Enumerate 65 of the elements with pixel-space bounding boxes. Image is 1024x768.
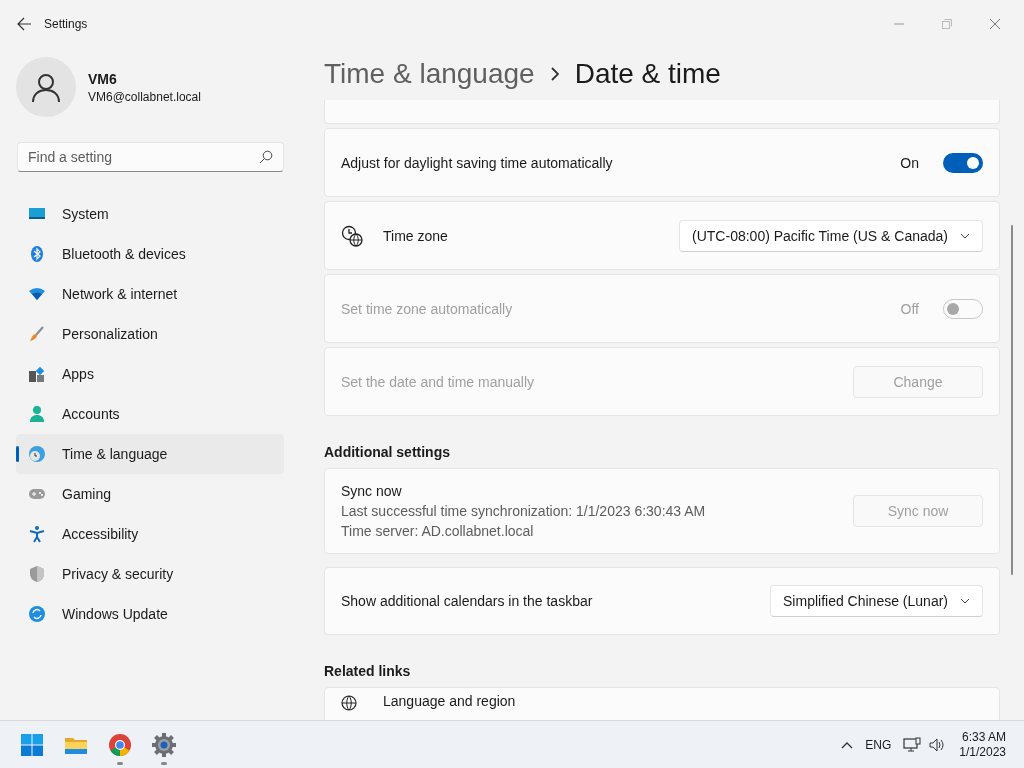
time-text: 6:33 AM [960, 729, 1006, 745]
language-indicator[interactable]: ENG [865, 737, 892, 752]
globe-icon [341, 695, 357, 711]
page-title: Date & time [574, 58, 721, 90]
speaker-icon[interactable] [929, 736, 946, 753]
nav-item[interactable]: Apps [16, 354, 284, 394]
toggle-switch[interactable] [943, 152, 983, 173]
scrollbar-thumb[interactable] [1011, 225, 1013, 575]
person-icon [28, 405, 46, 423]
setting-label: Time zone [383, 227, 449, 244]
close-icon[interactable] [989, 18, 1001, 30]
setting-label: Show additional calendars in the taskbar [341, 593, 594, 609]
person-icon [31, 72, 61, 102]
nav-item[interactable]: Gaming [16, 474, 284, 514]
dropdown[interactable]: (UTC-08:00) Pacific Time (US & Canada) [679, 219, 983, 252]
clock[interactable]: 6:33 AM 1/1/2023 [959, 729, 1006, 760]
nav-item[interactable]: Network & internet [16, 274, 284, 314]
bluetooth-icon [28, 245, 46, 263]
chevron-up-icon[interactable] [841, 740, 854, 749]
setting-label: Sync now [341, 483, 403, 499]
nav-item[interactable]: Personalization [16, 314, 284, 354]
chevron-down-icon [960, 232, 970, 239]
section-heading: Related links [324, 663, 412, 679]
nav-item[interactable]: Accounts [16, 394, 284, 434]
breadcrumb-link[interactable]: Time & language [324, 58, 535, 90]
setting-label: Adjust for daylight saving time automatically [341, 154, 614, 171]
nav-item[interactable]: Bluetooth & devices [16, 234, 284, 274]
toggle-state: Off [900, 300, 919, 317]
running-indicator [161, 761, 167, 765]
accessibility-icon [28, 525, 46, 543]
nav-item[interactable]: Time & language [16, 434, 284, 474]
setting-description: Time server: AD.collabnet.local [341, 523, 535, 539]
selection-indicator [16, 446, 19, 462]
paintbrush-icon [28, 325, 46, 343]
nav-item[interactable]: Accessibility [16, 514, 284, 554]
chevron-right-icon [550, 67, 559, 81]
browser-icon [108, 732, 132, 757]
clock-globe-icon [341, 224, 363, 247]
running-indicator [117, 761, 123, 765]
nav-item[interactable]: Windows Update [16, 594, 284, 634]
link-card[interactable]: Language and region [324, 687, 1000, 720]
window-title: Settings [44, 17, 88, 31]
date-text: 1/1/2023 [959, 744, 1006, 760]
account-email: VM6@collabnet.local [88, 89, 201, 104]
setting-label: Set time zone automatically [341, 300, 514, 317]
setting-label: Set the date and time manually [341, 373, 535, 390]
section-heading: Additional settings [324, 444, 451, 460]
chevron-down-icon [960, 598, 970, 604]
back-icon[interactable] [16, 16, 32, 32]
account-name: VM6 [88, 70, 118, 87]
gear-icon [152, 732, 176, 757]
toggle-state: On [900, 154, 919, 171]
network-monitor-icon[interactable] [903, 736, 922, 753]
windows-logo-icon [20, 732, 44, 757]
search-field[interactable]: Find a setting [17, 142, 284, 172]
link-label: Language and region [383, 693, 516, 709]
apps-icon [28, 365, 46, 383]
sync-icon [28, 605, 46, 623]
search-icon [259, 150, 273, 164]
shield-icon [28, 565, 46, 583]
nav-item[interactable]: System [16, 194, 284, 234]
setting-description: Last successful time synchronization: 1/1/2023 6:30:43 AM [341, 503, 707, 519]
dropdown[interactable]: Simplified Chinese (Lunar) [770, 585, 983, 617]
nav-item[interactable]: Privacy & security [16, 554, 284, 594]
clock-globe-icon [28, 445, 46, 463]
